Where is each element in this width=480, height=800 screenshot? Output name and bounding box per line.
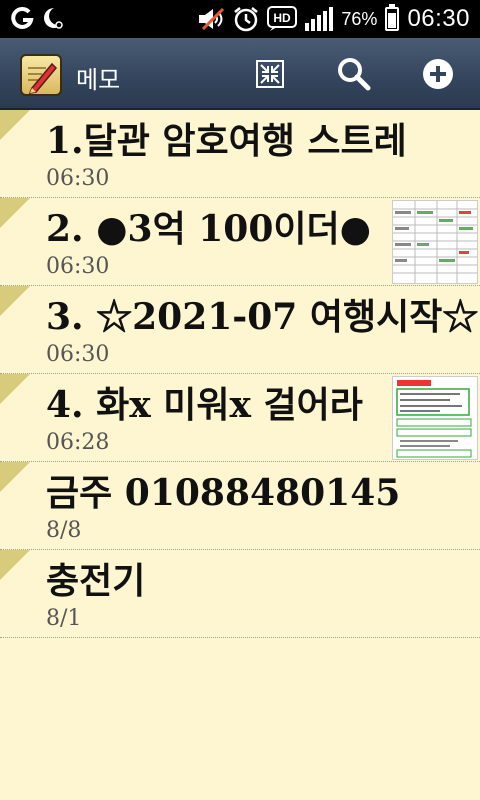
compress-view-button[interactable] bbox=[250, 54, 290, 94]
memo-date: 06:30 bbox=[46, 342, 110, 367]
svg-text:HD: HD bbox=[274, 11, 292, 25]
memo-item[interactable]: 금주 01088480145 8/8 bbox=[0, 462, 480, 550]
signal-icon bbox=[305, 7, 334, 31]
memo-list: 1.달관 암호여행 스트레 06:30 2. ●3억 100이더● 06:30 bbox=[0, 110, 480, 638]
g-icon bbox=[11, 6, 34, 29]
corner-fold bbox=[0, 550, 30, 580]
corner-fold bbox=[0, 286, 30, 316]
add-memo-button[interactable] bbox=[418, 54, 458, 94]
memo-title: 금주 01088480145 bbox=[46, 472, 401, 514]
memo-date: 06:30 bbox=[46, 254, 110, 279]
muted-speaker-icon bbox=[199, 7, 225, 31]
memo-thumbnail bbox=[392, 376, 478, 460]
hd-icon: HD bbox=[267, 6, 298, 31]
memo-item[interactable]: 2. ●3억 100이더● 06:30 bbox=[0, 198, 480, 286]
memo-item[interactable]: 3. ☆2021-07 여행시작☆ 06:30 bbox=[0, 286, 480, 374]
corner-fold bbox=[0, 462, 30, 492]
memo-title: 1.달관 암호여행 스트레 bbox=[46, 120, 407, 162]
memo-item[interactable]: 1.달관 암호여행 스트레 06:30 bbox=[0, 110, 480, 198]
memo-item[interactable]: 충전기 8/1 bbox=[0, 550, 480, 638]
memo-date: 06:28 bbox=[46, 430, 110, 455]
battery-icon bbox=[385, 4, 400, 31]
memo-app-icon[interactable] bbox=[20, 54, 62, 96]
status-time: 06:30 bbox=[407, 5, 470, 32]
search-button[interactable] bbox=[334, 54, 374, 94]
corner-fold bbox=[0, 110, 30, 140]
memo-title: 3. ☆2021-07 여행시작☆ bbox=[46, 296, 479, 338]
memo-title: 충전기 bbox=[46, 560, 146, 602]
battery-percent: 76% bbox=[341, 8, 378, 29]
status-bar: HD 76% 06:30 bbox=[0, 0, 480, 38]
memo-date: 06:30 bbox=[46, 166, 110, 191]
app-title: 메모 bbox=[76, 66, 121, 94]
search-icon bbox=[338, 58, 371, 91]
alarm-icon bbox=[234, 7, 259, 32]
memo-title: 4. 화x 미워x 걸어라 bbox=[46, 384, 363, 426]
memo-title: 2. ●3억 100이더● bbox=[46, 208, 372, 250]
compress-view-icon bbox=[256, 60, 284, 88]
add-icon bbox=[423, 59, 453, 89]
action-bar: 메모 bbox=[0, 38, 480, 110]
corner-fold bbox=[0, 374, 30, 404]
memo-date: 8/8 bbox=[46, 518, 82, 543]
memo-item[interactable]: 4. 화x 미워x 걸어라 06:28 bbox=[0, 374, 480, 462]
memo-date: 8/1 bbox=[46, 606, 82, 631]
corner-fold bbox=[0, 198, 30, 228]
memo-thumbnail bbox=[392, 200, 478, 284]
moon-icon bbox=[44, 8, 63, 29]
